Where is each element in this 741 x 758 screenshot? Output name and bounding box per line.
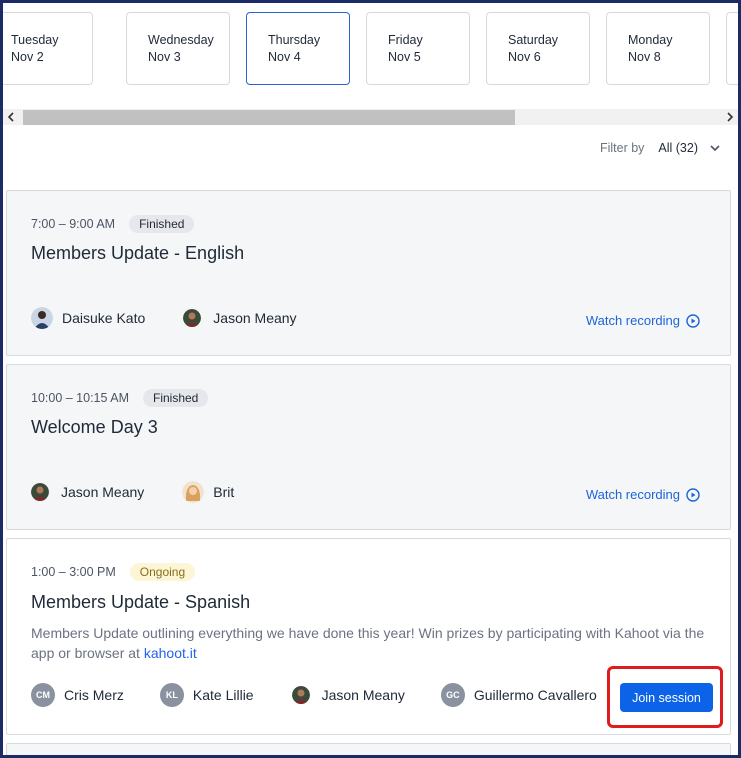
play-circle-icon	[686, 487, 700, 502]
day-name: Friday	[388, 32, 423, 47]
filter-control[interactable]: Filter by All (32)	[600, 138, 722, 158]
kahoot-link[interactable]: kahoot.it	[144, 645, 197, 661]
session-title: Members Update - English	[31, 243, 245, 263]
speaker-list: Jason Meany Brit	[31, 481, 272, 503]
speaker[interactable]: Jason Meany	[31, 483, 144, 501]
scroll-left-icon[interactable]	[3, 109, 19, 125]
day-date: Nov 6	[508, 49, 541, 64]
day-name: Saturday	[508, 32, 559, 47]
status-badge: Finished	[129, 215, 195, 233]
speaker-name: Brit	[213, 484, 235, 500]
day-date: Nov 4	[268, 49, 301, 64]
watch-recording-link[interactable]: Watch recording	[586, 313, 700, 328]
speaker-name: Jason Meany	[61, 484, 145, 500]
avatar-initials: GC	[440, 683, 465, 707]
speaker-list: CM Cris Merz KL Kate Lillie Jason Meany …	[31, 683, 597, 707]
speaker[interactable]: GC Guillermo Cavallero	[440, 683, 597, 707]
session-time: 10:00 – 10:15 AM	[31, 391, 129, 405]
play-circle-icon	[686, 313, 700, 328]
day-name: Monday	[628, 32, 673, 47]
day-tab-wednesday[interactable]: Wednesday Nov 3	[126, 12, 230, 85]
join-session-highlight: Join session	[607, 666, 723, 728]
day-tab-thursday[interactable]: Thursday Nov 4	[246, 12, 350, 85]
speaker[interactable]: Jason Meany	[183, 309, 297, 327]
avatar-initials: CM	[31, 683, 55, 707]
day-tabs-scrollbar[interactable]	[3, 109, 738, 125]
speaker[interactable]: Daisuke Kato	[31, 307, 145, 329]
watch-recording-link[interactable]: Watch recording	[586, 487, 700, 502]
speaker[interactable]: Brit	[182, 481, 234, 503]
speaker-name: Guillermo Cavallero	[473, 687, 597, 703]
schedule-panel: Tuesday Nov 2 Wednesday Nov 3 Thursday N…	[3, 3, 738, 755]
day-tab-tuesday[interactable]: Tuesday Nov 2	[3, 12, 93, 85]
day-tab-next[interactable]	[726, 12, 738, 85]
session-card: 10:00 – 10:15 AM Finished Welcome Day 3 …	[6, 364, 731, 530]
session-title: Members Update - Spanish	[31, 592, 251, 612]
session-title: Welcome Day 3	[31, 417, 158, 437]
day-tab-monday[interactable]: Monday Nov 8	[606, 12, 710, 85]
status-badge: Ongoing	[129, 563, 196, 581]
day-tabs: Tuesday Nov 2 Wednesday Nov 3 Thursday N…	[3, 12, 738, 86]
speaker[interactable]: Jason Meany	[291, 686, 405, 704]
filter-value[interactable]: All (32)	[658, 141, 698, 155]
day-tab-friday[interactable]: Friday Nov 5	[366, 12, 470, 85]
speaker-name: Daisuke Kato	[62, 310, 146, 326]
day-date: Nov 8	[628, 49, 661, 64]
scroll-right-icon[interactable]	[722, 109, 738, 125]
session-time: 1:00 – 3:00 PM	[31, 565, 116, 579]
speaker-name: Jason Meany	[321, 687, 405, 703]
watch-recording-label: Watch recording	[585, 487, 680, 502]
avatar-initials: KL	[159, 683, 184, 707]
status-badge: Finished	[143, 389, 209, 407]
day-name: Tuesday	[11, 32, 59, 47]
day-date: Nov 3	[148, 49, 181, 64]
day-tab-saturday[interactable]: Saturday Nov 6	[486, 12, 590, 85]
day-date: Nov 5	[388, 49, 421, 64]
session-card: 7:00 – 9:00 AM Finished Members Update -…	[6, 190, 731, 356]
day-name: Wednesday	[148, 32, 214, 47]
session-description: Members Update outlining everything we h…	[31, 623, 721, 663]
speaker-list: Daisuke Kato Jason Meany	[31, 307, 335, 329]
speaker-name: Cris Merz	[64, 687, 124, 703]
session-time: 7:00 – 9:00 AM	[31, 217, 116, 231]
filter-label: Filter by	[599, 141, 645, 155]
description-text: Members Update outlining everything we h…	[31, 625, 705, 661]
speaker-name: Kate Lillie	[192, 687, 254, 703]
speaker[interactable]: KL Kate Lillie	[159, 683, 254, 707]
session-card	[6, 743, 731, 755]
avatar	[31, 483, 49, 501]
avatar	[182, 481, 205, 503]
day-name: Thursday	[268, 32, 321, 47]
scrollbar-thumb[interactable]	[23, 110, 515, 125]
avatar	[31, 307, 53, 329]
watch-recording-label: Watch recording	[585, 313, 680, 328]
day-date: Nov 2	[11, 49, 44, 64]
speaker[interactable]: CM Cris Merz	[31, 683, 124, 707]
avatar	[183, 309, 202, 327]
chevron-down-icon[interactable]	[708, 141, 722, 155]
avatar	[291, 686, 310, 704]
join-session-button[interactable]: Join session	[620, 683, 713, 712]
speaker-name: Jason Meany	[213, 310, 297, 326]
